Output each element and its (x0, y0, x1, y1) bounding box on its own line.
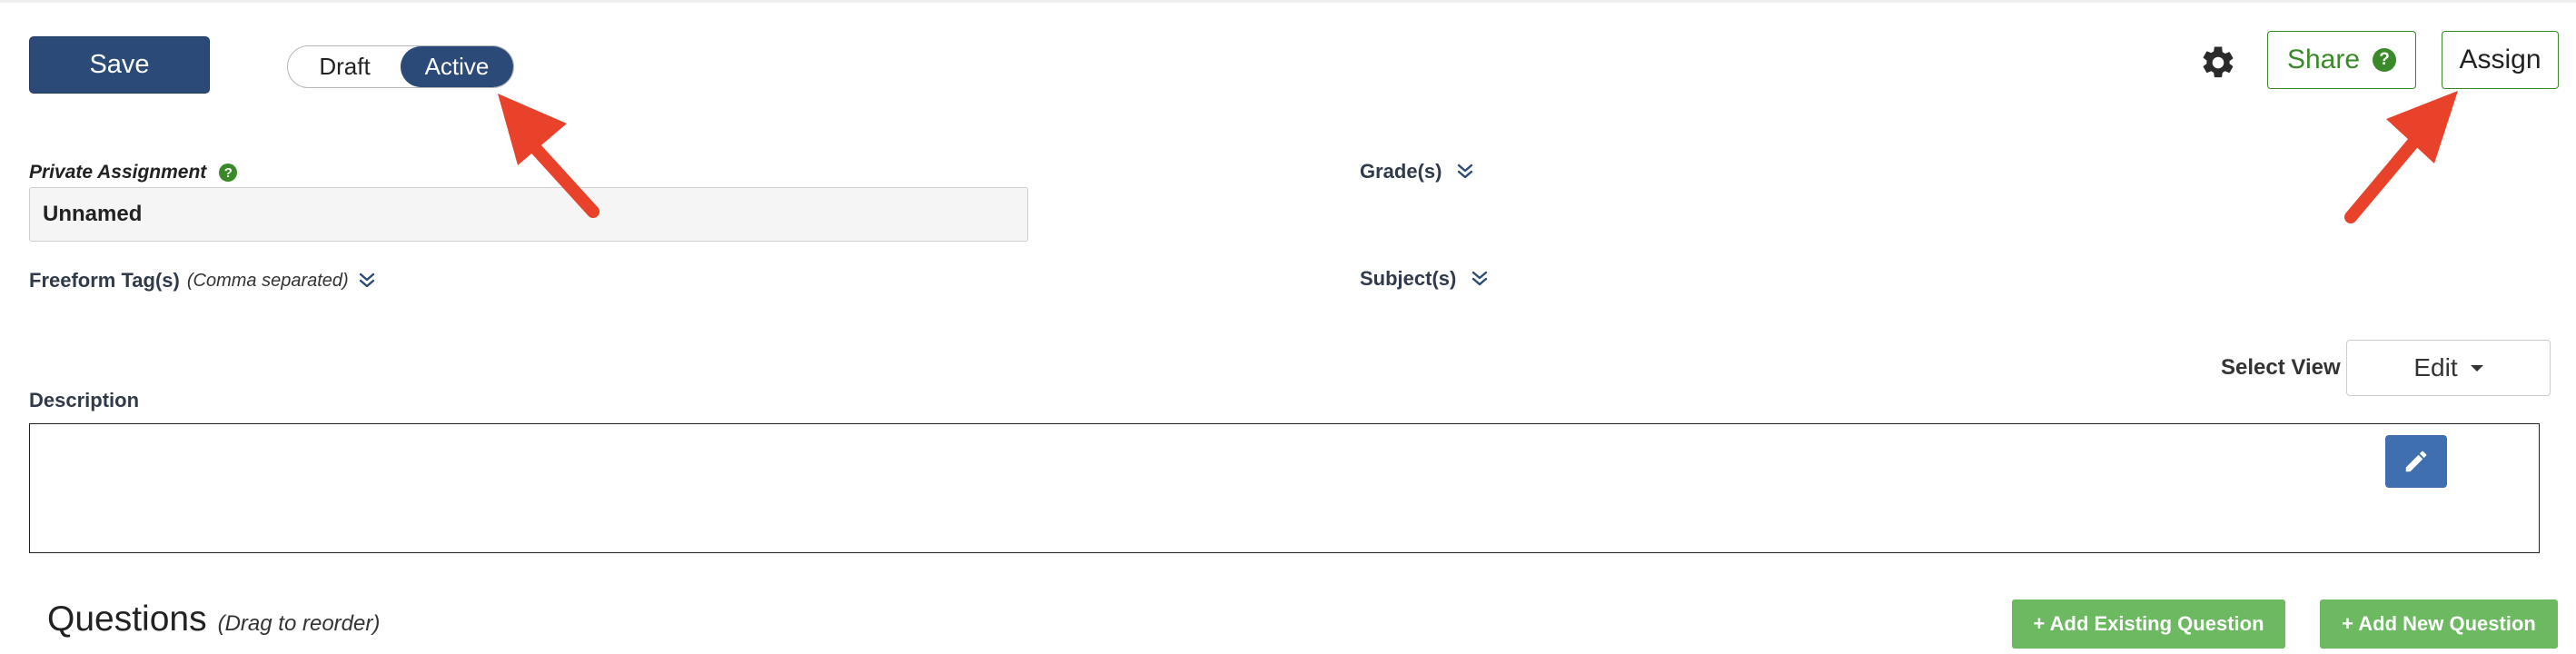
annotation-arrows (498, 91, 2458, 223)
red-arrow-icon (498, 94, 599, 218)
red-arrow-icon (2344, 91, 2458, 223)
